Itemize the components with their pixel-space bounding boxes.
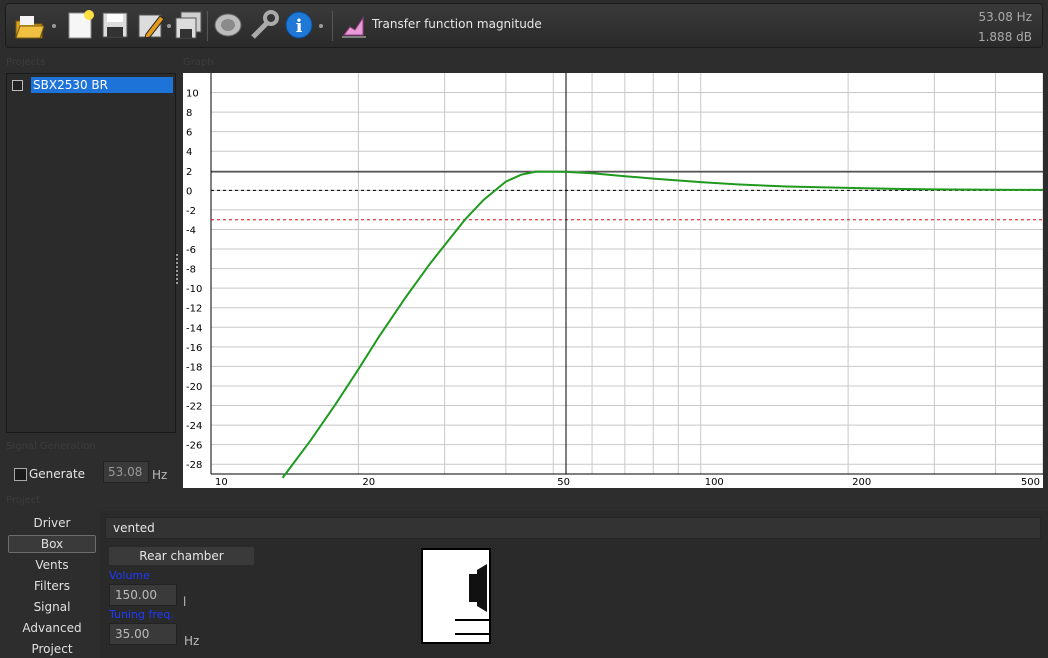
- nav-item-project[interactable]: Project: [8, 640, 96, 658]
- y-tick-label: -14: [186, 323, 202, 334]
- generate-label: Generate: [29, 467, 86, 481]
- y-tick-label: -28: [186, 460, 202, 471]
- wrench-icon[interactable]: [249, 10, 279, 40]
- x-tick-label: 200: [852, 477, 871, 488]
- nav-item-filters[interactable]: Filters: [8, 577, 96, 595]
- response-curve: [281, 170, 1044, 479]
- y-tick-label: 6: [186, 128, 192, 139]
- x-tick-label: 50: [557, 477, 570, 488]
- open-folder-icon[interactable]: [14, 10, 45, 40]
- tuning-freq-unit: Hz: [184, 634, 200, 648]
- y-tick-label: 8: [186, 108, 192, 119]
- magnitude-graph[interactable]: 10 8 6 4 2 0 -2 -4 -6 -8 -10 -12 -14 -16 -18 -20 -22 -24-…: [183, 73, 1044, 488]
- y-tick-label: -6: [186, 245, 196, 256]
- rear-chamber-heading: Rear chamber: [109, 547, 254, 565]
- volume-label: Volume: [109, 569, 150, 582]
- save-disk-icon[interactable]: [100, 10, 130, 40]
- y-tick-label: -26: [186, 441, 202, 452]
- y-tick-label: -8: [186, 265, 196, 276]
- speaker-icon[interactable]: [213, 10, 243, 40]
- nav-item-vents[interactable]: Vents: [8, 556, 96, 574]
- y-tick-label: 10: [186, 89, 199, 100]
- generator-frequency-input[interactable]: 53.08: [103, 461, 149, 483]
- graph-title: Transfer function magnitude: [372, 17, 542, 31]
- y-tick-label: -4: [186, 225, 196, 236]
- y-tick-label: 0: [186, 186, 192, 197]
- project-caption: Project: [6, 495, 41, 506]
- y-tick-label: -10: [186, 284, 202, 295]
- panel-splitter-handle[interactable]: [176, 254, 182, 284]
- expand-toggle[interactable]: [12, 80, 23, 91]
- graph-type-icon[interactable]: [339, 10, 369, 40]
- y-tick-label: -20: [186, 382, 202, 393]
- nav-item-signal[interactable]: Signal: [8, 598, 96, 616]
- signal-generation-caption: Signal Generation: [6, 441, 96, 452]
- project-name: SBX2530 BR: [31, 77, 173, 93]
- cursor-level-readout: 1.888 dB: [977, 30, 1032, 44]
- generator-frequency-unit: Hz: [152, 468, 168, 482]
- volume-input[interactable]: 150.00: [109, 584, 177, 606]
- x-tick-label: 500: [1021, 477, 1040, 488]
- project-list: SBX2530 BR: [6, 73, 176, 433]
- new-document-icon[interactable]: [65, 10, 95, 40]
- tuning-freq-label: Tuning freq.: [109, 608, 174, 621]
- nav-item-box[interactable]: Box: [8, 535, 96, 553]
- svg-text:i: i: [296, 16, 303, 37]
- x-tick-label: 20: [362, 477, 375, 488]
- y-tick-label: 4: [186, 147, 192, 158]
- graph-caption: Graph: [183, 57, 214, 68]
- volume-unit: l: [183, 595, 187, 609]
- cursor-frequency-readout: 53.08 Hz: [978, 10, 1033, 24]
- chart-canvas: 1086420-2-4-6-8-10-12-14-16-18-20-22-24-…: [186, 73, 1044, 488]
- info-icon[interactable]: i: [284, 10, 314, 40]
- y-tick-label: 2: [186, 167, 192, 178]
- y-tick-label: -24: [186, 421, 202, 432]
- box-type-selector[interactable]: vented: [105, 517, 1041, 539]
- y-tick-label: -12: [186, 304, 202, 315]
- y-tick-label: -18: [186, 362, 202, 373]
- edit-pencil-icon[interactable]: [136, 10, 166, 40]
- generate-checkbox[interactable]: [14, 468, 27, 481]
- box-diagram: [421, 548, 491, 644]
- nav-item-advanced[interactable]: Advanced: [8, 619, 96, 637]
- toolbar: i Transfer function magnitude 53.08 Hz 1…: [5, 3, 1043, 48]
- tuning-freq-input[interactable]: 35.00: [109, 623, 177, 645]
- project-list-item[interactable]: SBX2530 BR: [10, 77, 173, 93]
- y-tick-label: -22: [186, 402, 202, 413]
- y-tick-label: -16: [186, 343, 202, 354]
- project-nav: Driver Box Vents Filters Signal Advanced…: [0, 511, 100, 658]
- projects-caption: Projects: [6, 57, 46, 68]
- nav-item-driver[interactable]: Driver: [8, 514, 96, 532]
- save-all-icon[interactable]: [173, 10, 203, 40]
- y-tick-label: -2: [186, 206, 196, 217]
- x-tick-label: 100: [705, 477, 724, 488]
- x-tick-label: 10: [215, 477, 228, 488]
